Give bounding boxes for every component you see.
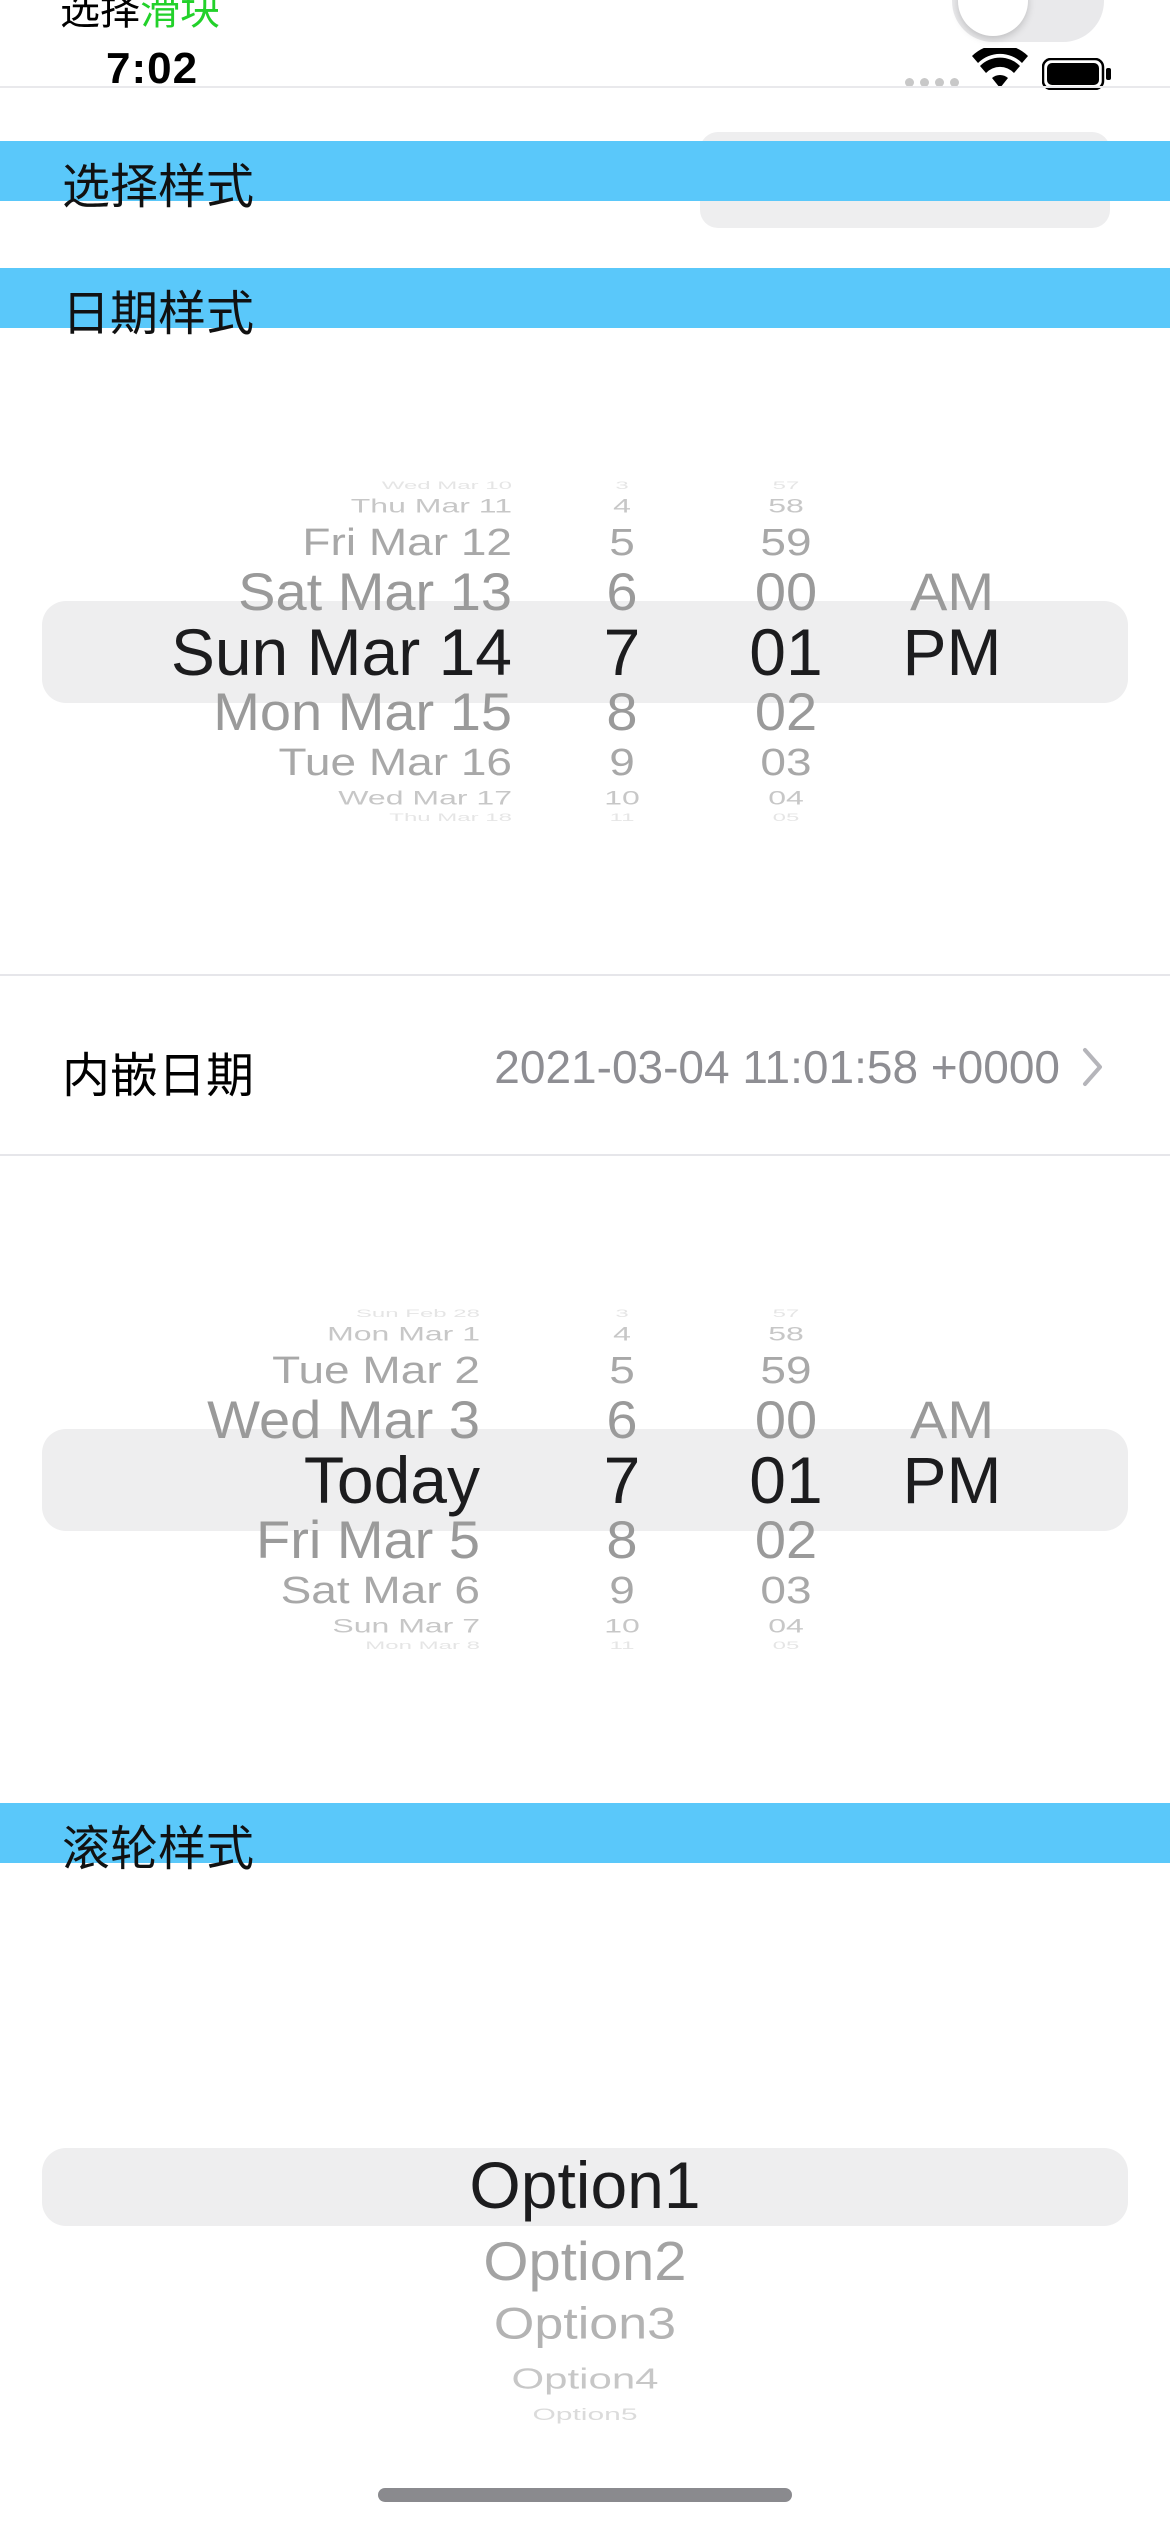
picker-date-item[interactable]: Mon Mar 1: [0, 1324, 480, 1343]
picker-date-item[interactable]: Sun Mar 7: [0, 1616, 480, 1635]
picker-minute-item[interactable]: 00: [706, 565, 866, 618]
picker-minute-item[interactable]: 59: [706, 1351, 866, 1389]
wheel-option-item[interactable]: Option5: [0, 2406, 1170, 2424]
picker-minute-item[interactable]: 01: [706, 1447, 866, 1513]
picker-hour-item[interactable]: 4: [542, 1324, 702, 1343]
picker-date-item[interactable]: Wed Mar 10: [12, 480, 512, 492]
picker-minute-item[interactable]: 04: [706, 1616, 866, 1635]
picker-minute-item[interactable]: 02: [706, 1513, 866, 1566]
wheel-option-item[interactable]: Option2: [0, 2234, 1170, 2289]
toggle-knob: [958, 0, 1028, 36]
home-indicator: [378, 2488, 792, 2502]
picker-date-item[interactable]: Mon Mar 15: [12, 685, 512, 738]
picker-date-item[interactable]: Thu Mar 18: [12, 812, 512, 824]
picker-hour-item[interactable]: 3: [542, 1308, 702, 1320]
separator: [0, 1154, 1170, 1156]
separator: [0, 974, 1170, 976]
status-divider: [0, 86, 1170, 88]
picker-hour-item[interactable]: 9: [542, 743, 702, 781]
chevron-right-icon[interactable]: [1080, 1044, 1106, 1090]
picker-hour-item[interactable]: 8: [542, 685, 702, 738]
picker-date-item[interactable]: Fri Mar 12: [12, 523, 512, 561]
picker-ampm-item[interactable]: PM: [872, 1447, 1032, 1513]
picker-date-item[interactable]: Sun Feb 28: [0, 1308, 480, 1320]
section-header-date-style: 日期样式: [0, 268, 1170, 341]
picker-date-item[interactable]: Wed Mar 17: [12, 788, 512, 807]
picker-minute-item[interactable]: 03: [706, 743, 866, 781]
picker-date-item[interactable]: Thu Mar 11: [12, 496, 512, 515]
picker-date-item[interactable]: Tue Mar 2: [0, 1351, 480, 1389]
picker-ampm-item[interactable]: PM: [872, 619, 1032, 685]
picker-hour-item[interactable]: 9: [542, 1571, 702, 1609]
picker-hour-item[interactable]: 4: [542, 496, 702, 515]
picker-hour-item[interactable]: 8: [542, 1513, 702, 1566]
picker-minute-item[interactable]: 57: [706, 480, 866, 492]
picker-minute-item[interactable]: 05: [706, 812, 866, 824]
picker-hour-item[interactable]: 6: [542, 1393, 702, 1446]
picker-date-item[interactable]: Sun Mar 14: [12, 619, 512, 685]
picker-hour-item[interactable]: 5: [542, 523, 702, 561]
picker-minute-item[interactable]: 05: [706, 1640, 866, 1652]
wheel-option-item[interactable]: Option4: [0, 2364, 1170, 2394]
picker-hour-item[interactable]: 10: [542, 788, 702, 807]
inline-date-value[interactable]: 2021-03-04 11:01:58 +0000: [410, 1040, 1060, 1094]
picker-minute-item[interactable]: 59: [706, 523, 866, 561]
picker-date-item[interactable]: Today: [0, 1447, 480, 1513]
picker-hour-item[interactable]: 3: [542, 480, 702, 492]
wheel-option-item[interactable]: Option1: [0, 2152, 1170, 2218]
picker-date-item[interactable]: Fri Mar 5: [0, 1513, 480, 1566]
picker-minute-item[interactable]: 57: [706, 1308, 866, 1320]
picker-date-item[interactable]: Mon Mar 8: [0, 1640, 480, 1652]
picker-hour-item[interactable]: 6: [542, 565, 702, 618]
picker-ampm-item[interactable]: AM: [872, 565, 1032, 618]
picker-minute-item[interactable]: 02: [706, 685, 866, 738]
picker-hour-item[interactable]: 7: [542, 1447, 702, 1513]
picker-hour-item[interactable]: 11: [542, 1640, 702, 1652]
picker-minute-item[interactable]: 58: [706, 496, 866, 515]
picker-minute-item[interactable]: 01: [706, 619, 866, 685]
picker-minute-item[interactable]: 04: [706, 788, 866, 807]
picker-hour-item[interactable]: 5: [542, 1351, 702, 1389]
picker-minute-item[interactable]: 58: [706, 1324, 866, 1343]
picker-date-item[interactable]: Sat Mar 13: [12, 565, 512, 618]
picker-date-item[interactable]: Sat Mar 6: [0, 1571, 480, 1609]
toggle-switch[interactable]: [952, 0, 1104, 42]
section-header-selection-style: 选择样式: [0, 141, 1170, 214]
picker-date-item[interactable]: Wed Mar 3: [0, 1393, 480, 1446]
section-header-wheel-style: 滚轮样式: [0, 1803, 1170, 1876]
inline-date-label: 内嵌日期: [62, 1050, 255, 1103]
wheel-option-item[interactable]: Option3: [0, 2302, 1170, 2346]
picker-date-item[interactable]: Tue Mar 16: [12, 743, 512, 781]
picker-hour-item[interactable]: 7: [542, 619, 702, 685]
picker-ampm-item[interactable]: AM: [872, 1393, 1032, 1446]
picker-minute-item[interactable]: 03: [706, 1571, 866, 1609]
picker-hour-item[interactable]: 10: [542, 1616, 702, 1635]
picker-minute-item[interactable]: 00: [706, 1393, 866, 1446]
slider-row-label: 选择滑块: [60, 0, 220, 33]
picker-hour-item[interactable]: 11: [542, 812, 702, 824]
